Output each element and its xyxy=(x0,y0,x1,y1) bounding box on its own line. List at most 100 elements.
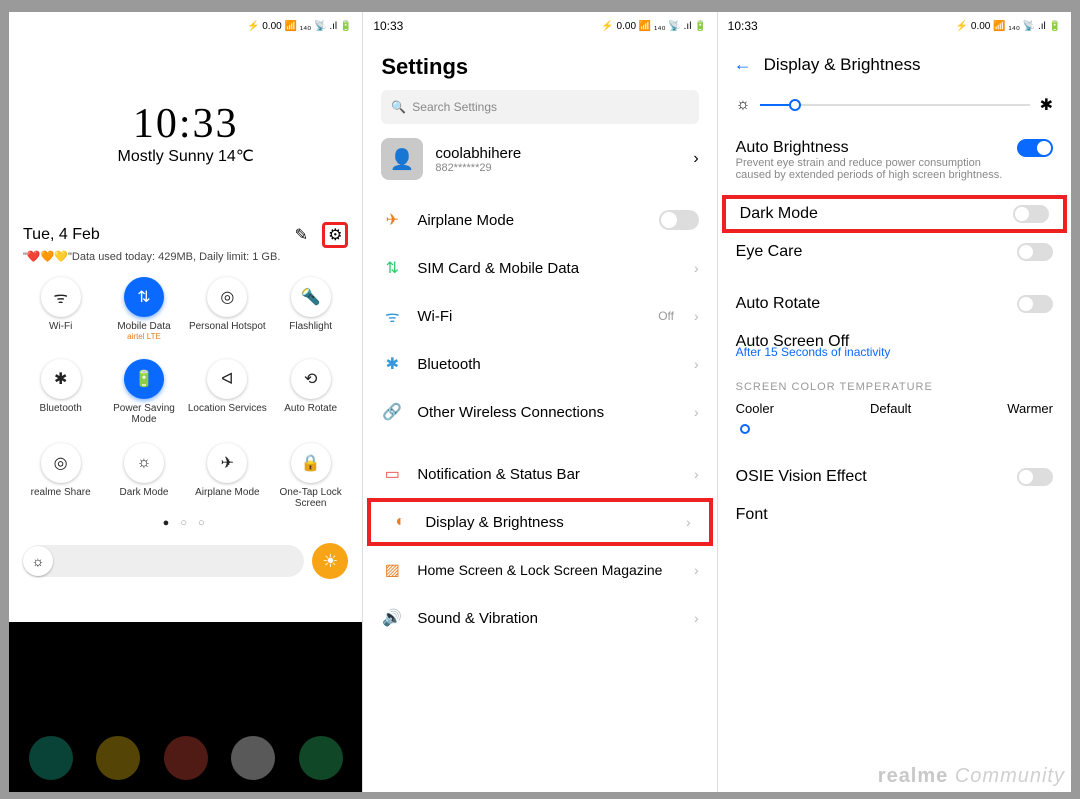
quick-tile[interactable]: ✱Bluetooth xyxy=(19,359,102,425)
account-row[interactable]: 👤 coolabhihere 882******29 › xyxy=(381,138,698,180)
row-icon: ✈ xyxy=(381,210,403,230)
auto-brightness-desc: Prevent eye strain and reduce power cons… xyxy=(736,157,1007,181)
status-time: 10:33 xyxy=(373,19,403,33)
settings-row[interactable]: 🔗Other Wireless Connections› xyxy=(363,388,716,436)
account-phone: 882******29 xyxy=(435,162,681,174)
settings-row[interactable]: ⇅SIM Card & Mobile Data› xyxy=(363,244,716,292)
account-name: coolabhihere xyxy=(435,145,681,162)
lockscreen-clock: 10:33 xyxy=(9,100,362,148)
status-bar: 10:33 ⚡ 0.00 📶 ₁₄₀ 📡 .ıl 🔋 xyxy=(718,12,1071,40)
status-bar: 10:33 ⚡ 0.00 📶 ₁₄₀ 📡 .ıl 🔋 xyxy=(363,12,716,40)
data-usage-status: "❤️🧡💛"Data used today: 429MB, Daily limi… xyxy=(9,248,362,271)
brightness-track[interactable]: ☼ xyxy=(23,545,304,577)
brightness-slider[interactable]: ☼ ✱ xyxy=(718,89,1071,133)
quick-tile[interactable]: ☼Dark Mode xyxy=(102,443,185,509)
row-icon: ⇅ xyxy=(381,258,403,278)
row-icon: ᯤ xyxy=(381,305,403,327)
watermark: realme Community xyxy=(878,765,1065,788)
auto-brightness-toggle[interactable] xyxy=(1017,139,1053,157)
homescreen-dock xyxy=(9,622,362,792)
display-row[interactable]: Auto Rotate xyxy=(718,285,1071,323)
settings-gear-icon[interactable]: ⚙ xyxy=(322,222,348,248)
header-title: Display & Brightness xyxy=(764,55,921,75)
dock-app-4[interactable] xyxy=(231,736,275,780)
auto-brightness-title: Auto Brightness xyxy=(736,139,1007,157)
brightness-slider-row: ☼ ☀ xyxy=(9,529,362,593)
settings-row[interactable]: ▨Home Screen & Lock Screen Magazine› xyxy=(363,546,716,594)
chevron-right-icon: › xyxy=(693,150,698,168)
avatar-icon: 👤 xyxy=(381,138,423,180)
temp-cooler: Cooler xyxy=(736,401,774,416)
sun-low-icon: ☼ xyxy=(736,96,751,114)
screen-header: ← Display & Brightness xyxy=(718,40,1071,89)
quick-tile[interactable]: ✈Airplane Mode xyxy=(186,443,269,509)
row-icon: ▭ xyxy=(381,464,403,484)
brightness-knob[interactable]: ☼ xyxy=(23,546,53,576)
quick-tile[interactable]: ⇅Mobile Dataairtel LTE xyxy=(102,277,185,341)
dock-app-1[interactable] xyxy=(29,736,73,780)
font-row[interactable]: Font xyxy=(736,506,768,524)
chevron-right-icon: › xyxy=(694,466,699,482)
toggle[interactable] xyxy=(1013,205,1049,223)
settings-row[interactable]: ✈Airplane Mode xyxy=(363,196,716,244)
search-placeholder: Search Settings xyxy=(412,100,497,114)
status-icons: ⚡ 0.00 📶 ₁₄₀ 📡 .ıl 🔋 xyxy=(956,21,1061,32)
settings-row[interactable]: ◐Display & Brightness› xyxy=(367,498,712,546)
slider-knob[interactable] xyxy=(789,99,801,111)
display-row[interactable]: Dark Mode xyxy=(722,195,1067,233)
lockscreen-date: Tue, 4 Feb xyxy=(23,226,100,244)
quick-tile[interactable]: ◎Personal Hotspot xyxy=(186,277,269,341)
row-icon: 🔊 xyxy=(381,608,403,628)
chevron-right-icon: › xyxy=(694,356,699,372)
quick-tile[interactable]: 🔦Flashlight xyxy=(269,277,352,341)
display-row[interactable]: Eye Care xyxy=(718,233,1071,271)
row-icon: ▨ xyxy=(381,560,403,580)
settings-row[interactable]: ▭Notification & Status Bar› xyxy=(363,450,716,498)
dock-app-2[interactable] xyxy=(96,736,140,780)
toggle[interactable] xyxy=(1017,243,1053,261)
lockscreen-weather: Mostly Sunny 14℃ xyxy=(9,146,362,166)
settings-row[interactable]: ✱Bluetooth› xyxy=(363,340,716,388)
quick-tiles-grid: ᯤWi-Fi⇅Mobile Dataairtel LTE◎Personal Ho… xyxy=(9,271,362,509)
status-icons: ⚡ 0.00 📶 ₁₄₀ 📡 .ıl 🔋 xyxy=(247,21,352,32)
chevron-right-icon: › xyxy=(694,260,699,276)
quick-tile[interactable]: ⟲Auto Rotate xyxy=(269,359,352,425)
temp-default: Default xyxy=(870,401,911,416)
page-dots: ● ○ ○ xyxy=(9,517,362,529)
status-icons: ⚡ 0.00 📶 ₁₄₀ 📡 .ıl 🔋 xyxy=(601,21,706,32)
quick-tile[interactable]: 🔋Power Saving Mode xyxy=(102,359,185,425)
auto-brightness-toggle[interactable]: ☀ xyxy=(312,543,348,579)
sun-high-icon: ✱ xyxy=(1040,95,1053,115)
edit-icon[interactable]: ✎ xyxy=(288,222,314,248)
chevron-right-icon: › xyxy=(694,562,699,578)
status-time: 10:33 xyxy=(728,19,758,33)
quick-tile[interactable]: ◎realme Share xyxy=(19,443,102,509)
toggle[interactable] xyxy=(1017,295,1053,313)
osie-label[interactable]: OSIE Vision Effect xyxy=(736,468,867,486)
row-icon: 🔗 xyxy=(381,402,403,422)
quick-tile[interactable]: ᯤWi-Fi xyxy=(19,277,102,341)
color-temp-slider[interactable] xyxy=(718,418,1071,440)
search-icon: 🔍 xyxy=(391,100,406,114)
search-input[interactable]: 🔍 Search Settings xyxy=(381,90,698,124)
toggle[interactable] xyxy=(659,210,699,230)
back-arrow-icon[interactable]: ← xyxy=(734,54,752,75)
chevron-right-icon: › xyxy=(694,404,699,420)
auto-screen-off-value: After 15 Seconds of inactivity xyxy=(718,345,1071,363)
quick-tile[interactable]: 🔒One-Tap Lock Screen xyxy=(269,443,352,509)
chevron-right-icon: › xyxy=(686,514,691,530)
dock-app-3[interactable] xyxy=(164,736,208,780)
status-bar: ⚡ 0.00 📶 ₁₄₀ 📡 .ıl 🔋 xyxy=(9,12,362,40)
chevron-right-icon: › xyxy=(694,610,699,626)
temp-warmer: Warmer xyxy=(1007,401,1053,416)
osie-toggle[interactable] xyxy=(1017,468,1053,486)
settings-row[interactable]: ᯤWi-FiOff› xyxy=(363,292,716,340)
settings-row[interactable]: 🔊Sound & Vibration› xyxy=(363,594,716,642)
display-brightness-screen: 10:33 ⚡ 0.00 📶 ₁₄₀ 📡 .ıl 🔋 ← Display & B… xyxy=(718,12,1071,792)
quick-settings-panel: ⚡ 0.00 📶 ₁₄₀ 📡 .ıl 🔋 10:33 Mostly Sunny … xyxy=(9,12,363,792)
settings-screen: 10:33 ⚡ 0.00 📶 ₁₄₀ 📡 .ıl 🔋 Settings 🔍 Se… xyxy=(363,12,717,792)
page-title: Settings xyxy=(363,40,716,90)
quick-tile[interactable]: ᐊLocation Services xyxy=(186,359,269,425)
dock-app-5[interactable] xyxy=(299,736,343,780)
chevron-right-icon: › xyxy=(694,308,699,324)
